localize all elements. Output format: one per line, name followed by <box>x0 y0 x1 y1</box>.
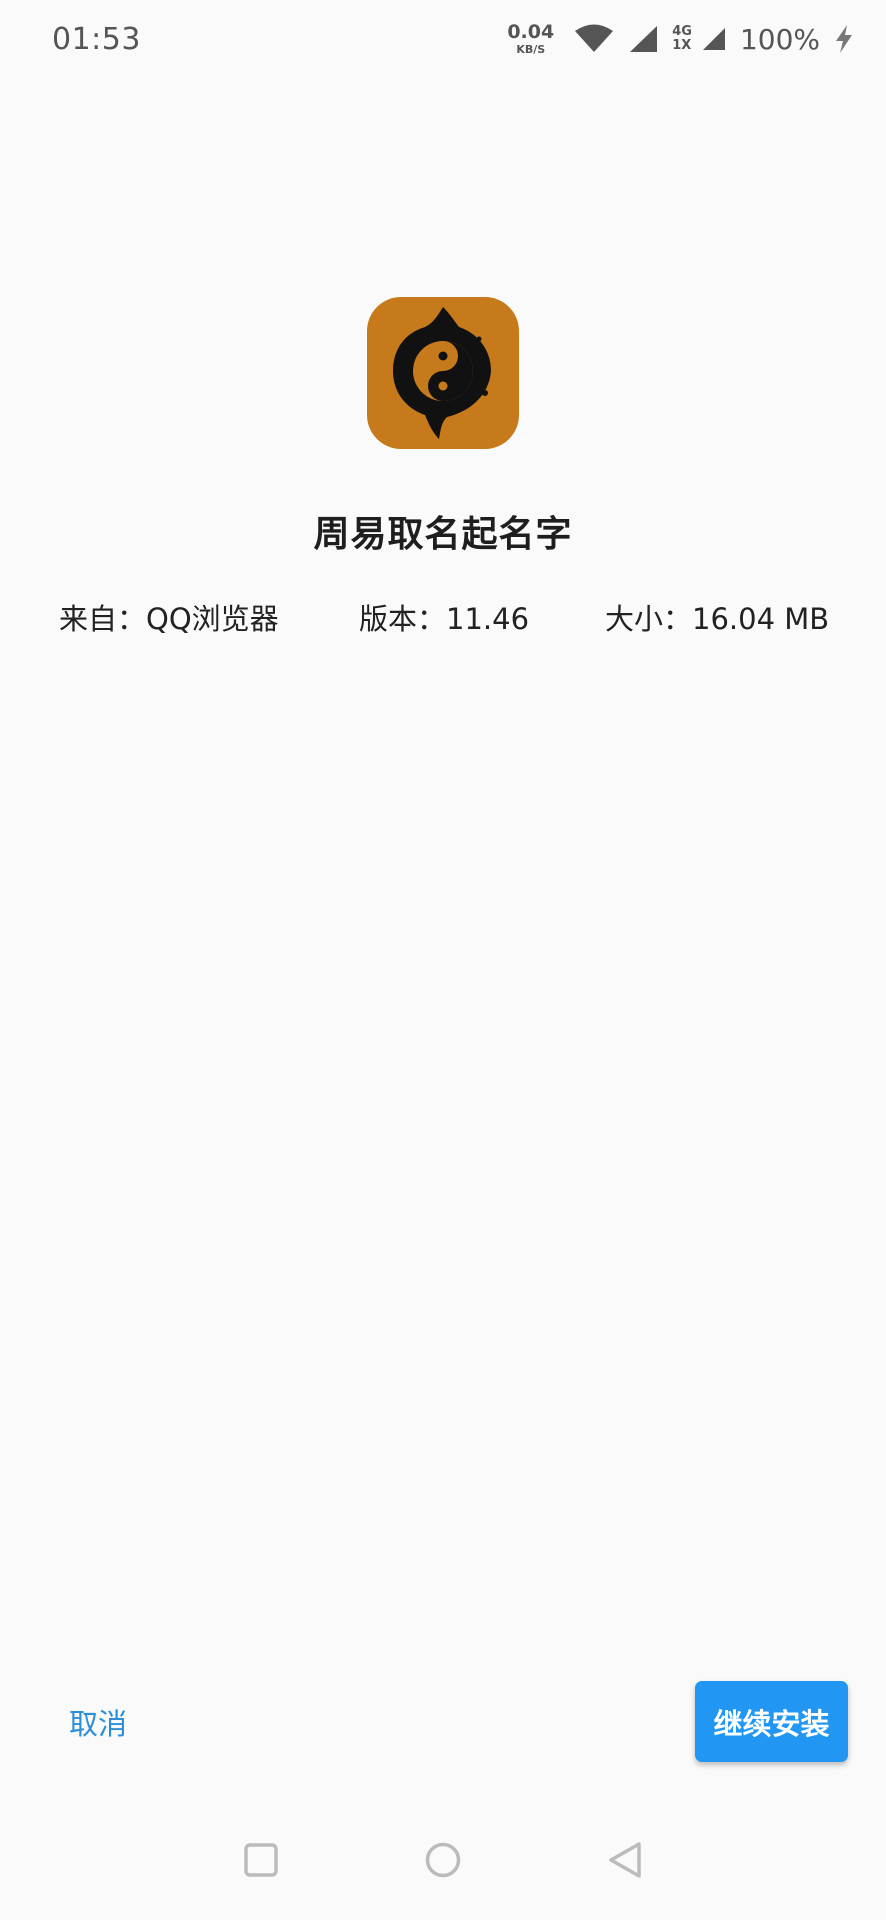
yin-yang-icon <box>393 307 491 439</box>
continue-install-button[interactable]: 继续安装 <box>695 1681 848 1762</box>
secondary-signal-icon <box>702 26 726 52</box>
triangle-back-icon <box>609 1842 641 1878</box>
status-time: 01:53 <box>52 21 141 57</box>
network-speed-value: 0.04 <box>507 21 555 43</box>
network-type-top: 4G <box>672 24 692 40</box>
back-button[interactable] <box>590 1820 660 1900</box>
app-size: 大小：16.04 MB <box>605 602 830 636</box>
app-meta-row: 来自：QQ浏览器 版本：11.46 大小：16.04 MB <box>0 596 886 640</box>
square-icon <box>244 1843 278 1877</box>
home-button[interactable] <box>408 1820 478 1900</box>
cellular-signal-icon <box>628 24 658 54</box>
app-source: 来自：QQ浏览器 <box>59 602 279 636</box>
battery-percent: 100% <box>739 22 820 56</box>
charging-icon <box>834 24 854 54</box>
app-version: 版本：11.46 <box>359 602 530 636</box>
network-speed: 0.04 KB/S <box>507 21 555 56</box>
circle-icon <box>425 1842 461 1878</box>
status-icons: 0.04 KB/S 4G 1X 100% <box>507 23 854 56</box>
network-speed-unit: KB/S <box>516 43 546 56</box>
status-bar: 01:53 0.04 KB/S 4G 1X 100% <box>0 0 886 78</box>
app-name: 周易取名起名字 <box>313 514 573 555</box>
network-type-bottom: 1X <box>672 38 692 53</box>
recent-apps-button[interactable] <box>226 1820 296 1900</box>
wifi-icon <box>574 24 614 54</box>
network-type: 4G 1X <box>672 25 692 52</box>
app-icon <box>367 297 519 449</box>
cancel-button[interactable]: 取消 <box>48 1694 148 1750</box>
navigation-bar <box>0 1820 886 1900</box>
